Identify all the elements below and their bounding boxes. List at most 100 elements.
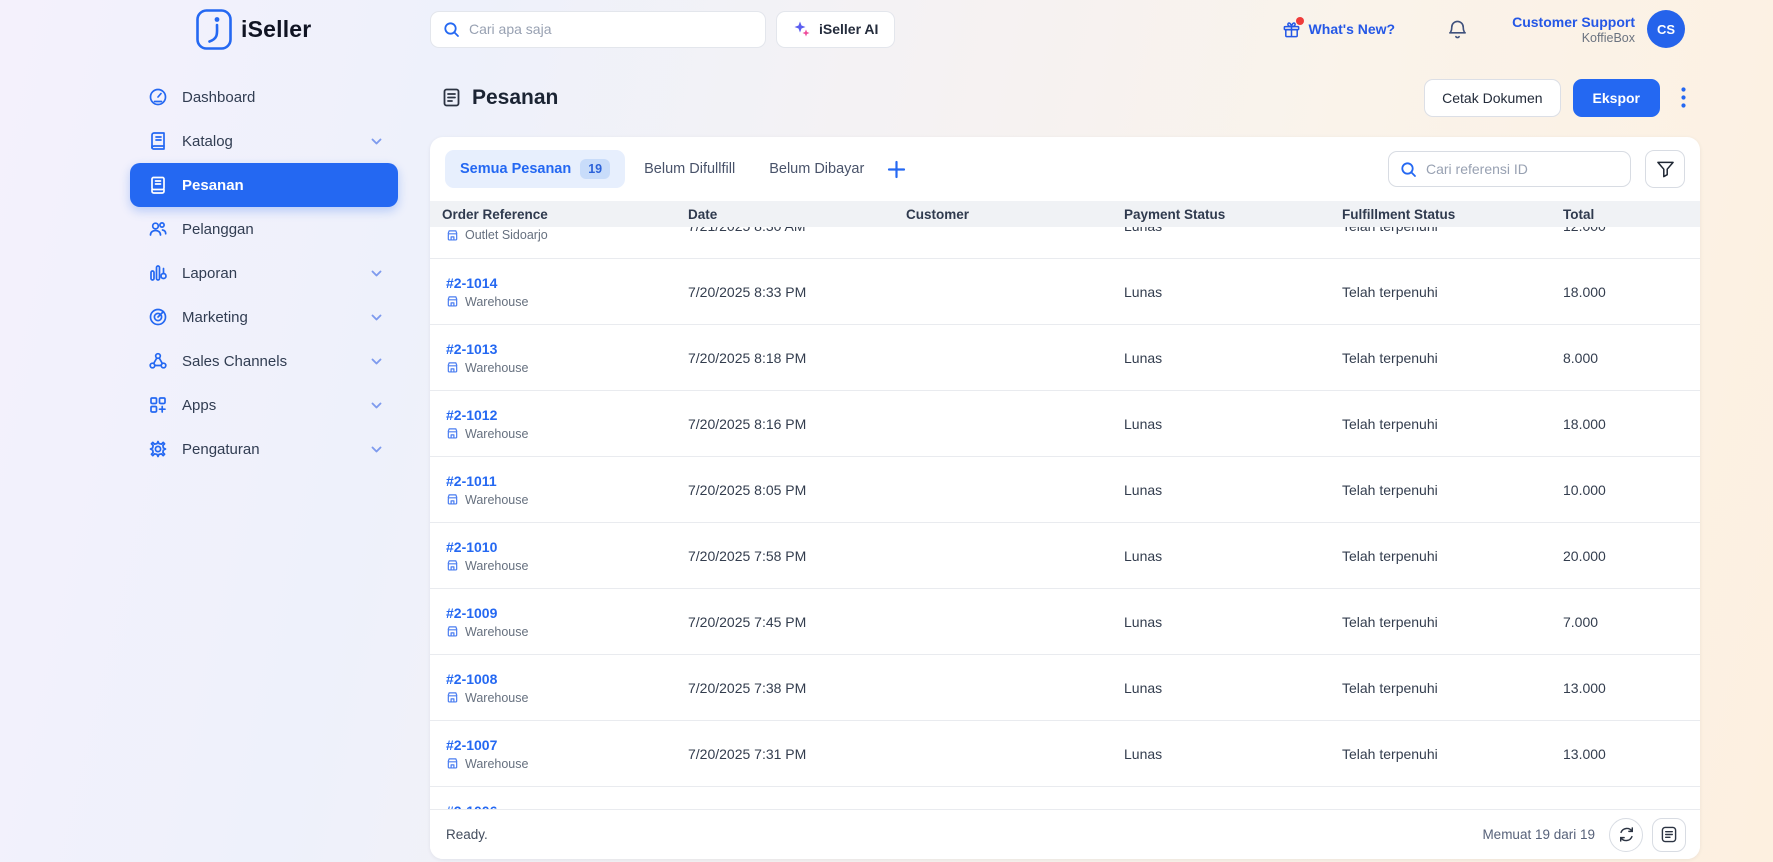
sidebar-item-apps[interactable]: Apps [130, 383, 398, 427]
order-reference-cell: #2-1012 Warehouse [442, 407, 688, 441]
partially-scrolled-row[interactable]: Outlet Sidoarjo7/21/2025 8:30 AM LunasTel… [430, 227, 1700, 259]
chevron-down-icon [369, 134, 384, 149]
total-cell: 20.000 [1563, 547, 1606, 564]
iseller-ai-button[interactable]: iSeller AI [776, 10, 896, 48]
order-reference-link[interactable]: #2-1013 [446, 341, 688, 357]
date-cell: 7/21/2025 8:30 AM [688, 227, 906, 234]
tab-label: Semua Pesanan [460, 161, 572, 177]
iseller-logo-icon [196, 8, 232, 50]
brand-name: iSeller [241, 15, 312, 42]
orders-toolbar: Semua Pesanan 19 Belum Difullfill Belum Dib… [430, 137, 1700, 201]
order-reference-cell: #2-1009 Warehouse [442, 605, 688, 639]
order-reference-link[interactable]: #2-1014 [446, 275, 688, 291]
payment-status-cell: Lunas [1124, 679, 1163, 696]
sidebar-item-marketing[interactable]: Marketing [130, 295, 398, 339]
table-row[interactable]: #2-1007 Warehouse 7/20/2025 7:31 PM Lunas Te… [430, 721, 1700, 787]
table-header: Order Reference Date Customer Payment Statu… [430, 201, 1700, 227]
order-reference-link[interactable]: #2-1011 [446, 473, 688, 489]
total-cell: 7.000 [1563, 613, 1599, 630]
table-row[interactable]: #2-1011 Warehouse 7/20/2025 8:05 PM Lunas Te… [430, 457, 1700, 523]
reference-search[interactable] [1388, 151, 1631, 187]
global-search[interactable] [430, 10, 766, 48]
outlet-label: Warehouse [446, 757, 688, 771]
table-row[interactable]: #2-1012 Warehouse 7/20/2025 8:16 PM Lunas Te… [430, 391, 1700, 457]
table-row[interactable]: #2-1008 Warehouse 7/20/2025 7:38 PM Lunas Te… [430, 655, 1700, 721]
fulfillment-status-cell: Telah terpenuhi [1342, 613, 1438, 630]
sidebar-item-dashboard[interactable]: Dashboard [130, 75, 398, 119]
tab-belum-difullfill[interactable]: Belum Difullfill [629, 150, 750, 188]
add-tab-icon[interactable] [879, 152, 913, 186]
reference-search-input[interactable] [1426, 161, 1619, 177]
orders-icon [148, 175, 168, 195]
whats-new-link[interactable]: What's New? [1282, 16, 1395, 39]
table-row[interactable]: #2-1010 Warehouse 7/20/2025 7:58 PM Lunas Te… [430, 523, 1700, 589]
sidebar-item-pelanggan[interactable]: Pelanggan [130, 207, 398, 251]
outlet-label: Warehouse [446, 691, 688, 705]
store-icon [446, 295, 459, 308]
chevron-down-icon [369, 354, 384, 369]
order-reference-cell: #2-1014 Warehouse [442, 275, 688, 309]
order-reference-link[interactable]: #2-1010 [446, 539, 688, 555]
more-options-icon[interactable] [1668, 79, 1698, 117]
payment-status-cell: Lunas [1124, 283, 1163, 300]
iseller-ai-label: iSeller AI [819, 21, 879, 37]
page-title: Pesanan [472, 85, 559, 109]
order-reference-link[interactable]: #2-1007 [446, 737, 688, 753]
sidebar-item-pesanan[interactable]: Pesanan [130, 163, 398, 207]
tab-count-badge: 19 [580, 159, 611, 179]
table-footer: Ready. Memuat 19 dari 19 [430, 809, 1700, 859]
filter-button[interactable] [1645, 150, 1685, 188]
order-reference-link[interactable]: #2-1008 [446, 671, 688, 687]
total-cell: 13.000 [1563, 679, 1606, 696]
outlet-label: Warehouse [446, 625, 688, 639]
tab-semua-pesanan[interactable]: Semua Pesanan 19 [445, 150, 626, 188]
table-row[interactable]: Outlet Sidoarjo7/21/2025 8:30 AM LunasTel… [430, 227, 1700, 258]
print-documents-button[interactable]: Cetak Dokumen [1424, 78, 1561, 117]
account-menu[interactable]: Customer Support KoffieBox [1512, 14, 1635, 45]
outlet-label: Warehouse [446, 493, 688, 507]
brand-logo[interactable]: iSeller [196, 8, 312, 50]
fulfillment-status-cell: Telah terpenuhi [1342, 745, 1438, 762]
tab-belum-dibayar[interactable]: Belum Dibayar [754, 150, 879, 188]
store-icon [446, 493, 459, 506]
sidebar-item-laporan[interactable]: Laporan [130, 251, 398, 295]
apps-icon [148, 395, 168, 415]
table-row[interactable]: #2-1006Warehouse7/20/2025 7:24 PMLunasTe… [430, 787, 1700, 809]
order-tabs: Semua Pesanan 19 Belum Difullfill Belum Dib… [445, 150, 879, 188]
sidebar-item-label: Marketing [182, 308, 248, 326]
date-cell: 7/20/2025 8:05 PM [688, 481, 807, 498]
report-button[interactable] [1652, 817, 1686, 852]
order-reference-link[interactable]: #2-1012 [446, 407, 688, 423]
marketing-icon [148, 307, 168, 327]
refresh-button[interactable] [1609, 817, 1643, 852]
bell-icon[interactable] [1447, 19, 1468, 40]
global-search-input[interactable] [469, 21, 753, 37]
avatar[interactable]: CS [1647, 10, 1685, 48]
order-reference-cell: #2-1008 Warehouse [442, 671, 688, 705]
payment-status-cell: Lunas [1124, 227, 1342, 234]
sidebar-item-label: Pelanggan [182, 220, 254, 238]
column-header: Order Reference [442, 206, 548, 222]
load-count-text: Memuat 19 dari 19 [1482, 827, 1595, 842]
sidebar-item-label: Dashboard [182, 88, 256, 106]
dashboard-icon [148, 87, 168, 107]
gift-icon [1282, 16, 1304, 39]
account-org: KoffieBox [1581, 30, 1635, 45]
reports-icon [148, 263, 168, 283]
table-row[interactable]: #2-1014 Warehouse 7/20/2025 8:33 PM Lunas Te… [430, 259, 1700, 325]
order-reference-cell: #2-1007 Warehouse [442, 737, 688, 771]
date-cell: 7/20/2025 7:58 PM [688, 547, 807, 564]
partially-scrolled-row[interactable]: #2-1006Warehouse7/20/2025 7:24 PMLunasTe… [430, 787, 1700, 809]
payment-status-cell: Lunas [1124, 349, 1163, 366]
payment-status-cell: Lunas [1124, 481, 1163, 498]
sidebar-item-katalog[interactable]: Katalog [130, 119, 398, 163]
fulfillment-status-cell: Telah terpenuhi [1342, 547, 1438, 564]
export-button[interactable]: Ekspor [1572, 78, 1660, 117]
order-reference-link[interactable]: #2-1009 [446, 605, 688, 621]
sidebar-item-sales-channels[interactable]: Sales Channels [130, 339, 398, 383]
fulfillment-status-cell: Telah terpenuhi [1342, 679, 1438, 696]
table-row[interactable]: #2-1009 Warehouse 7/20/2025 7:45 PM Lunas Te… [430, 589, 1700, 655]
table-row[interactable]: #2-1013 Warehouse 7/20/2025 8:18 PM Lunas Te… [430, 325, 1700, 391]
store-icon [446, 691, 459, 704]
sidebar-item-pengaturan[interactable]: Pengaturan [130, 427, 398, 471]
